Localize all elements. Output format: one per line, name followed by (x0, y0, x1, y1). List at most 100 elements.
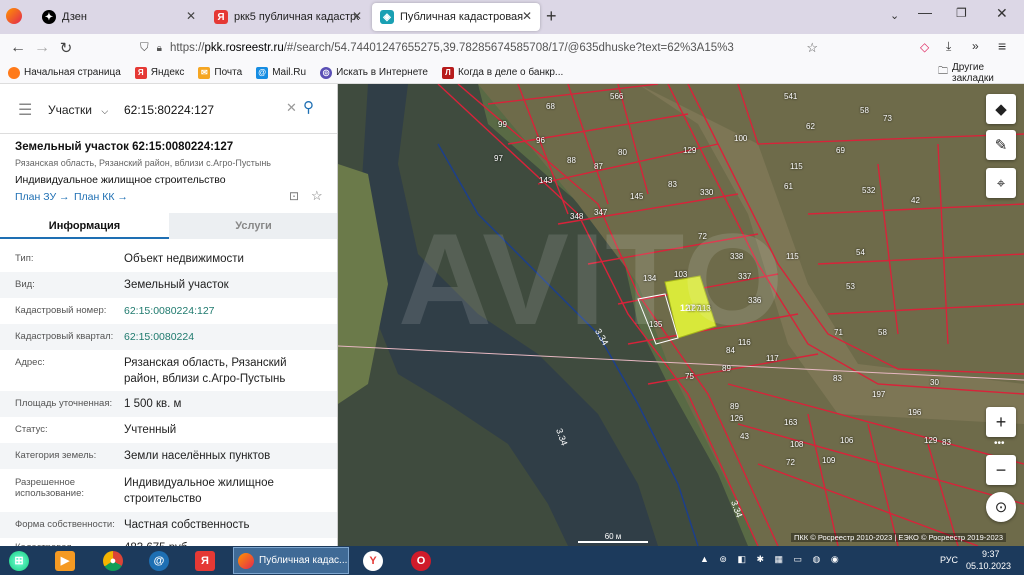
taskbar-firefox-window[interactable]: Публичная кадас... (233, 547, 349, 574)
search-icon[interactable]: ⚲ (303, 98, 314, 116)
parcel-number-label: 80 (618, 148, 627, 157)
list-tabs-icon[interactable]: ⌄ (890, 9, 899, 22)
close-window-button[interactable]: ✕ (996, 5, 1008, 22)
restore-button[interactable]: ❐ (956, 6, 967, 20)
dzen-icon: ✦ (42, 10, 56, 24)
pocket-icon[interactable]: ◇ (920, 40, 929, 54)
search-on-map-icon[interactable]: ⊡ (289, 189, 299, 203)
mailru-icon: @ (256, 66, 269, 79)
bookmark-mail[interactable]: ✉ Почта (198, 66, 243, 79)
bookmark-star-icon[interactable]: ☆ (806, 40, 818, 56)
favorite-star-icon[interactable]: ☆ (311, 188, 323, 204)
property-label: Статус: (15, 424, 48, 435)
bookmark-label: Mail.Ru (272, 67, 307, 78)
bookmark-start-page[interactable]: Начальная страница (8, 66, 121, 79)
bookmark-label: Почта (214, 67, 243, 78)
taskbar-media-player[interactable]: ▶ (48, 548, 82, 573)
close-tab-icon[interactable]: ✕ (522, 9, 532, 23)
property-value[interactable]: 62:15:0080224 (124, 329, 324, 345)
firefox-menu-icon[interactable] (6, 8, 22, 24)
windows-logo-icon: ⊞ (9, 550, 29, 571)
parcel-number-label: 62 (806, 122, 815, 131)
layers-button[interactable]: ◆ (986, 94, 1016, 124)
tab-services[interactable]: Услуги (169, 213, 337, 239)
forward-icon[interactable]: → (30, 36, 54, 60)
map-view[interactable]: AVITO 127 99 68 566 541 97 96 88 100 87 80 129 62 58… (338, 84, 1024, 546)
measure-button[interactable]: ✎ (986, 130, 1016, 160)
property-value[interactable]: 62:15:0080224:127 (124, 303, 324, 319)
plan-kk-label: План КК (74, 191, 115, 203)
parcel-number-label: 73 (883, 114, 892, 123)
locate-button[interactable]: ⌖ (986, 168, 1016, 198)
extensions-icon[interactable]: » (972, 39, 979, 53)
parcel-number-label: 145 (630, 192, 644, 201)
parcel-number-label: 61 (784, 182, 793, 191)
property-value: Земли населённых пунктов (124, 450, 271, 462)
clear-search-icon[interactable]: ✕ (286, 100, 297, 116)
downloads-icon[interactable]: ⤓ (946, 39, 951, 54)
chevron-down-icon: ⌵ (101, 106, 109, 116)
close-tab-icon[interactable]: ✕ (186, 9, 196, 23)
taskbar-chrome[interactable]: ● (96, 548, 130, 573)
zoom-more-icon[interactable]: ••• (994, 438, 1005, 449)
bankruptcy-icon: Л (441, 66, 454, 79)
tab-label: Дзен (62, 11, 87, 23)
clock-date[interactable]: 05.10.2023 (966, 561, 1011, 571)
plan-kk-link[interactable]: План КК → (74, 191, 128, 203)
hamburger-icon[interactable]: ☰ (18, 100, 32, 120)
firefox-icon (8, 66, 20, 79)
start-button[interactable]: ⊞ (2, 548, 36, 573)
taskbar-opera[interactable]: O (404, 548, 438, 573)
bookmark-mailru[interactable]: @ Mail.Ru (256, 66, 307, 79)
bookmark-yandex[interactable]: Я Яндекс (134, 66, 184, 79)
parcel-number-label: 103 (674, 270, 688, 279)
mail-icon: ✉ (198, 66, 211, 79)
bookmark-search-internet[interactable]: ◎ Искать в Интернете (320, 66, 428, 79)
zoom-in-button[interactable]: + (986, 407, 1016, 437)
tab-dzen[interactable]: ✦ Дзен ✕ (34, 3, 204, 31)
property-row: Кадастровая стоимость:483 675 руб. (0, 535, 337, 546)
app-menu-icon[interactable]: ≡ (998, 38, 1006, 54)
taskbar-yandex-browser[interactable]: Y (356, 548, 390, 573)
parcel-number-label: 115 (786, 252, 799, 261)
parcel-number-label: 99 (498, 120, 507, 129)
back-icon[interactable]: ← (6, 36, 30, 60)
parcel-number-label: 68 (546, 102, 555, 111)
taskbar-mail[interactable]: @ (142, 548, 176, 573)
tab-rosreestr[interactable]: ◈ Публичная кадастровая карта ✕ (372, 3, 540, 31)
plan-zu-link[interactable]: План ЗУ → (15, 191, 70, 203)
search-type-select[interactable]: Участки ⌵ (48, 103, 108, 117)
close-tab-icon[interactable]: ✕ (352, 9, 362, 23)
parcel-number-label: 88 (567, 156, 576, 165)
info-panel: ☰ Участки ⌵ ✕ ⚲ Земельный участок 62:15:… (0, 84, 338, 546)
parcel-number-label: 134 (643, 274, 657, 283)
taskbar-yandex[interactable]: Я (188, 548, 222, 573)
bookmark-bankruptcy[interactable]: Л Когда в деле о банкр... (441, 66, 563, 79)
reload-icon[interactable]: ↻ (54, 36, 78, 60)
other-bookmarks[interactable]: 🗀 Другие закладки (938, 62, 1018, 84)
parcel-number-label: 108 (790, 440, 804, 449)
parcel-number-label: 143 (539, 176, 553, 185)
compass-button[interactable]: ⊙ (986, 492, 1016, 522)
tray-icons[interactable]: ▲ ⊚ ◧ ✱ ▦ ▭ ◍ ◉ (700, 554, 843, 565)
tab-information[interactable]: Информация (0, 213, 169, 239)
clock-time[interactable]: 9:37 (982, 549, 1000, 559)
parcel-number-label: 100 (734, 134, 748, 143)
parcel-number-label: 347 (594, 208, 608, 217)
parcel-number-label: 126 (730, 414, 744, 423)
taskbar: ⊞ ▶ ● @ Я Публичная кадас... Y O ▲ ⊚ ◧ ✱… (0, 546, 1024, 575)
zoom-out-button[interactable]: − (986, 455, 1016, 485)
parcel-number-label: 53 (846, 282, 855, 291)
taskbar-window-label: Публичная кадас... (259, 555, 348, 566)
parcel-number-label: 116 (738, 338, 751, 347)
minimize-button[interactable]: — (918, 4, 932, 20)
tab-yandex-search[interactable]: Я ркк5 публичная кадастровая ✕ (206, 3, 370, 31)
language-indicator[interactable]: РУС (940, 555, 958, 565)
property-row: Площадь уточненная: 1 500 кв. м (0, 391, 337, 417)
new-tab-button[interactable]: + (546, 6, 557, 27)
property-row: Тип: Объект недвижимости (0, 246, 337, 272)
parcel-number-label: 348 (570, 212, 584, 221)
parcel-number-label: 54 (856, 248, 865, 257)
address-bar[interactable]: ⛉ 🔒︎ https://pkk.rosreestr.ru/#/search/5… (140, 36, 830, 60)
search-input[interactable] (124, 100, 284, 120)
